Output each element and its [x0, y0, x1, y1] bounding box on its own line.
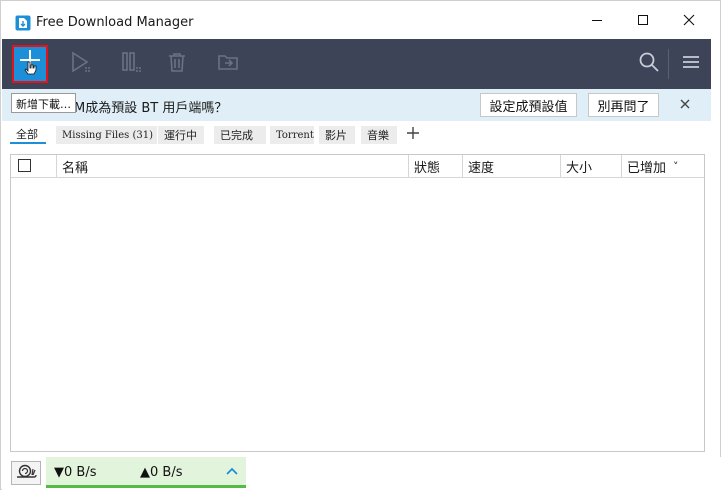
- column-label: 名稱: [62, 160, 89, 176]
- column-header-added[interactable]: 已增加 ˅: [621, 155, 704, 177]
- notification-close-button[interactable]: [673, 93, 697, 117]
- set-default-button[interactable]: 設定成預設值: [480, 93, 577, 117]
- start-button[interactable]: [56, 39, 106, 89]
- search-icon: [638, 51, 660, 77]
- column-header-speed[interactable]: 速度: [462, 155, 560, 177]
- add-download-tooltip: 新增下載…: [11, 93, 76, 113]
- sort-chevron-icon: ˅: [673, 159, 679, 173]
- column-label: 已增加: [627, 160, 667, 176]
- speed-limit-button[interactable]: [11, 461, 41, 485]
- chevron-up-icon[interactable]: [224, 463, 240, 479]
- menu-icon: [681, 53, 701, 75]
- column-label: 大小: [566, 160, 593, 176]
- delete-button[interactable]: [152, 39, 202, 89]
- upload-speed: ▲0 B/s: [140, 465, 183, 480]
- maximize-button[interactable]: [620, 1, 666, 39]
- status-bar: ▼0 B/s ▲0 B/s: [2, 457, 721, 490]
- downloads-table: 名稱 狀態 速度 大小 已增加 ˅: [10, 154, 705, 452]
- column-label: 狀態: [414, 160, 441, 176]
- pause-button[interactable]: [106, 39, 156, 89]
- table-header: 名稱 狀態 速度 大小 已增加 ˅: [11, 155, 704, 178]
- tab-all[interactable]: 全部: [10, 126, 46, 144]
- column-header-size[interactable]: 大小: [560, 155, 621, 177]
- snail-icon: [15, 463, 37, 483]
- pause-icon: [119, 50, 143, 78]
- minimize-button[interactable]: [574, 1, 620, 39]
- main-toolbar: [2, 39, 711, 89]
- play-icon: [69, 50, 93, 78]
- plus-icon: [407, 127, 419, 143]
- select-all-header: [11, 155, 56, 177]
- tab-video[interactable]: 影片: [319, 126, 355, 144]
- app-logo-icon: [15, 15, 31, 31]
- tab-completed[interactable]: 已完成: [214, 126, 266, 144]
- trash-icon: [166, 51, 188, 77]
- tab-torrent[interactable]: Torrent: [270, 126, 314, 144]
- move-to-folder-button[interactable]: [203, 39, 253, 89]
- close-icon: [680, 98, 690, 113]
- app-window: Free Download Manager M成為預設 BT 用戶端嗎？ 新增下…: [0, 0, 721, 490]
- tab-running[interactable]: 運行中: [158, 126, 204, 144]
- download-speed: ▼0 B/s: [54, 465, 97, 480]
- add-tab-button[interactable]: [403, 126, 423, 144]
- speed-panel[interactable]: ▼0 B/s ▲0 B/s: [46, 457, 246, 488]
- dont-ask-again-button[interactable]: 別再問了: [588, 93, 659, 117]
- tab-music[interactable]: 音樂: [361, 126, 397, 144]
- column-label: 速度: [468, 160, 495, 176]
- title-bar: Free Download Manager: [1, 1, 720, 39]
- select-all-checkbox[interactable]: [18, 159, 31, 172]
- close-window-button[interactable]: [666, 1, 712, 39]
- window-title: Free Download Manager: [36, 15, 194, 30]
- plus-icon: [18, 48, 42, 80]
- notification-text: M成為預設 BT 用戶端嗎？: [74, 101, 228, 116]
- move-folder-icon: [217, 51, 239, 77]
- column-header-name[interactable]: 名稱: [56, 155, 408, 177]
- column-header-status[interactable]: 狀態: [408, 155, 462, 177]
- main-menu-button[interactable]: [666, 39, 716, 89]
- add-download-button[interactable]: [12, 45, 48, 83]
- tab-missing-files[interactable]: Missing Files (31): [56, 126, 157, 144]
